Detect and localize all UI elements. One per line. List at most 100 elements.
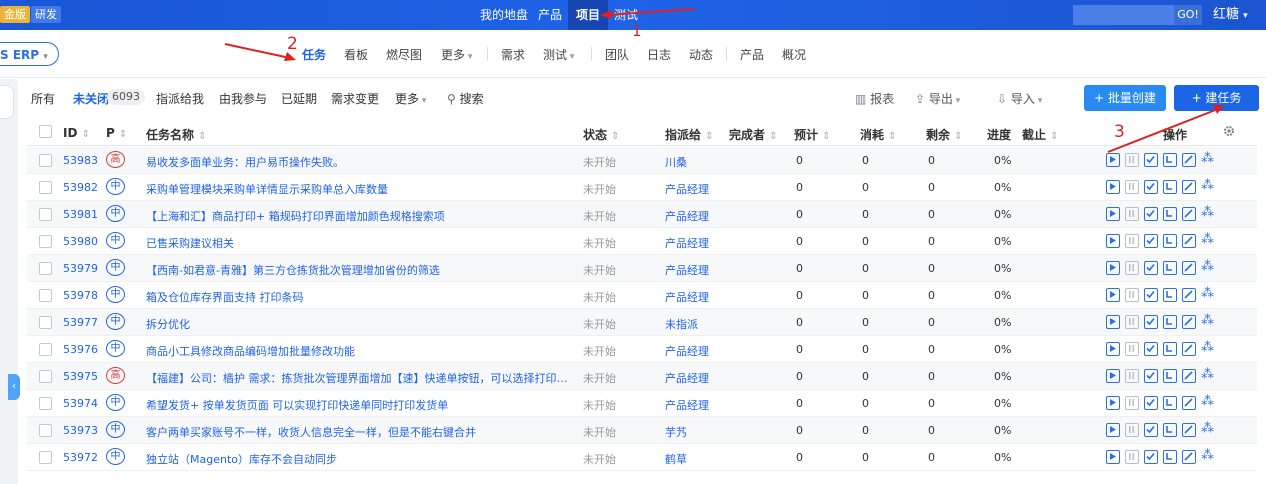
search-go-button[interactable]: GO! bbox=[1174, 5, 1202, 25]
filter-assigned-to-me[interactable]: 指派给我 bbox=[156, 90, 204, 107]
table-row[interactable]: 53973 中 客户两单买家账号不一样，收货人信息完全一样，但是不能右键合并 未开始 芋… bbox=[27, 417, 1257, 444]
global-search-input[interactable] bbox=[1073, 5, 1174, 25]
edit-icon[interactable] bbox=[1182, 423, 1196, 437]
nav-project[interactable]: 项目 bbox=[568, 0, 609, 30]
assignee-link[interactable]: 产品经理 bbox=[665, 262, 709, 278]
play-icon[interactable] bbox=[1106, 423, 1120, 437]
task-id[interactable]: 53973 bbox=[63, 424, 98, 437]
row-checkbox[interactable] bbox=[39, 370, 52, 383]
filter-req-change[interactable]: 需求变更 bbox=[331, 90, 379, 107]
play-icon[interactable] bbox=[1106, 450, 1120, 464]
play-icon[interactable] bbox=[1106, 396, 1120, 410]
assignee-link[interactable]: 产品经理 bbox=[665, 397, 709, 413]
tab-burndown[interactable]: 燃尽图 bbox=[386, 46, 422, 63]
row-checkbox[interactable] bbox=[39, 154, 52, 167]
task-name-link[interactable]: 采购单管理模块采购单详情显示采购单总入库数量 bbox=[146, 181, 576, 197]
filter-unclosed[interactable]: 未关闭 bbox=[73, 90, 109, 107]
filter-more[interactable]: 更多 ▾ bbox=[395, 90, 426, 107]
tab-requirements[interactable]: 需求 bbox=[501, 46, 525, 63]
assignee-link[interactable]: 产品经理 bbox=[665, 370, 709, 386]
row-checkbox[interactable] bbox=[39, 316, 52, 329]
task-name-link[interactable]: 客户两单买家账号不一样，收货人信息完全一样，但是不能右键合并 bbox=[146, 424, 576, 440]
task-name-link[interactable]: 独立站（Magento）库存不会自动同步 bbox=[146, 451, 576, 467]
edit-icon[interactable] bbox=[1182, 450, 1196, 464]
col-name[interactable]: 任务名称 ⇕ bbox=[146, 126, 207, 143]
check-icon[interactable] bbox=[1144, 450, 1158, 464]
task-id[interactable]: 53972 bbox=[63, 451, 98, 464]
edit-icon[interactable] bbox=[1182, 153, 1196, 167]
table-row[interactable]: 53981 中 【上海和汇】商品打印+ 箱规码打印界面增加颜色规格搜索项 未开始 产品经… bbox=[27, 201, 1257, 228]
pause-icon[interactable] bbox=[1125, 396, 1139, 410]
task-id[interactable]: 53975 bbox=[63, 370, 98, 383]
nav-product[interactable]: 产品 bbox=[538, 0, 562, 30]
user-menu[interactable]: 红糖 ▾ bbox=[1213, 0, 1248, 30]
task-name-link[interactable]: 【福建】公司：樯护 需求：拣货批次管理界面增加【速】快递单按钮，可以选择打印机.… bbox=[146, 370, 576, 386]
record-icon[interactable] bbox=[1163, 423, 1177, 437]
subtask-icon[interactable]: ⁂ bbox=[1201, 233, 1214, 247]
row-checkbox[interactable] bbox=[39, 262, 52, 275]
check-icon[interactable] bbox=[1144, 234, 1158, 248]
batch-create-button[interactable]: + 批量创建 bbox=[1084, 85, 1166, 111]
col-left[interactable]: 剩余 ⇕ bbox=[926, 126, 963, 143]
subtask-icon[interactable]: ⁂ bbox=[1201, 368, 1214, 382]
col-finished-by[interactable]: 完成者 ⇕ bbox=[729, 126, 778, 143]
record-icon[interactable] bbox=[1163, 153, 1177, 167]
task-name-link[interactable]: 希望发货+ 按单发货页面 可以实现打印快递单同时打印发货单 bbox=[146, 397, 576, 413]
row-checkbox[interactable] bbox=[39, 235, 52, 248]
edit-icon[interactable] bbox=[1182, 288, 1196, 302]
tab-kanban[interactable]: 看板 bbox=[344, 46, 368, 63]
col-priority[interactable]: P ⇕ bbox=[106, 126, 127, 140]
gear-icon[interactable] bbox=[1223, 125, 1235, 137]
subtask-icon[interactable]: ⁂ bbox=[1201, 152, 1214, 166]
table-row[interactable]: 53979 中 【西南-如君意-青雅】第三方仓拣货批次管理增加省份的筛选 未开始 产品经… bbox=[27, 255, 1257, 282]
row-checkbox[interactable] bbox=[39, 343, 52, 356]
check-icon[interactable] bbox=[1144, 342, 1158, 356]
row-checkbox[interactable] bbox=[39, 181, 52, 194]
subtask-icon[interactable]: ⁂ bbox=[1201, 395, 1214, 409]
assignee-link[interactable]: 产品经理 bbox=[665, 235, 709, 251]
task-id[interactable]: 53974 bbox=[63, 397, 98, 410]
record-icon[interactable] bbox=[1163, 342, 1177, 356]
col-assigned[interactable]: 指派给 ⇕ bbox=[665, 126, 714, 143]
assignee-link[interactable]: 产品经理 bbox=[665, 289, 709, 305]
table-row[interactable]: 53976 中 商品小工具修改商品编码增加批量修改功能 未开始 产品经理 0 0 0 0% ⁂ bbox=[27, 336, 1257, 363]
record-icon[interactable] bbox=[1163, 234, 1177, 248]
create-task-button[interactable]: + 建任务 bbox=[1174, 85, 1259, 111]
record-icon[interactable] bbox=[1163, 180, 1177, 194]
tab-team[interactable]: 团队 bbox=[605, 46, 629, 63]
filter-involved[interactable]: 由我参与 bbox=[219, 90, 267, 107]
pause-icon[interactable] bbox=[1125, 288, 1139, 302]
col-deadline[interactable]: 截止 ⇕ bbox=[1022, 126, 1059, 143]
assignee-link[interactable]: 未指派 bbox=[665, 316, 698, 332]
table-row[interactable]: 53983 高 易收发多面单业务：用户易币操作失败。 未开始 川桑 0 0 0 0% ⁂ bbox=[27, 147, 1257, 174]
collapse-arrow-icon[interactable]: ‹ bbox=[8, 374, 20, 400]
subtask-icon[interactable]: ⁂ bbox=[1201, 179, 1214, 193]
edit-icon[interactable] bbox=[1182, 180, 1196, 194]
export-button[interactable]: ⇪ 导出 ▾ bbox=[915, 90, 960, 107]
check-icon[interactable] bbox=[1144, 207, 1158, 221]
pause-icon[interactable] bbox=[1125, 342, 1139, 356]
assignee-link[interactable]: 产品经理 bbox=[665, 181, 709, 197]
task-id[interactable]: 53979 bbox=[63, 262, 98, 275]
pause-icon[interactable] bbox=[1125, 450, 1139, 464]
pause-icon[interactable] bbox=[1125, 315, 1139, 329]
nav-my-dashboard[interactable]: 我的地盘 bbox=[480, 0, 528, 30]
row-checkbox[interactable] bbox=[39, 424, 52, 437]
assignee-link[interactable]: 产品经理 bbox=[665, 343, 709, 359]
assignee-link[interactable]: 芋艿 bbox=[665, 424, 687, 440]
table-row[interactable]: 53982 中 采购单管理模块采购单详情显示采购单总入库数量 未开始 产品经理 0 0 0 0%… bbox=[27, 174, 1257, 201]
task-name-link[interactable]: 已售采购建议相关 bbox=[146, 235, 576, 251]
edit-icon[interactable] bbox=[1182, 315, 1196, 329]
col-estimate[interactable]: 预计 ⇕ bbox=[794, 126, 831, 143]
task-name-link[interactable]: 商品小工具修改商品编码增加批量修改功能 bbox=[146, 343, 576, 359]
assignee-link[interactable]: 川桑 bbox=[665, 154, 687, 170]
play-icon[interactable] bbox=[1106, 207, 1120, 221]
search-toggle[interactable]: ⚲ 搜索 bbox=[447, 90, 484, 107]
record-icon[interactable] bbox=[1163, 207, 1177, 221]
edit-icon[interactable] bbox=[1182, 396, 1196, 410]
subtask-icon[interactable]: ⁂ bbox=[1201, 449, 1214, 463]
report-button[interactable]: ▥ 报表 bbox=[855, 90, 894, 107]
task-id[interactable]: 53982 bbox=[63, 181, 98, 194]
task-id[interactable]: 53977 bbox=[63, 316, 98, 329]
check-icon[interactable] bbox=[1144, 369, 1158, 383]
